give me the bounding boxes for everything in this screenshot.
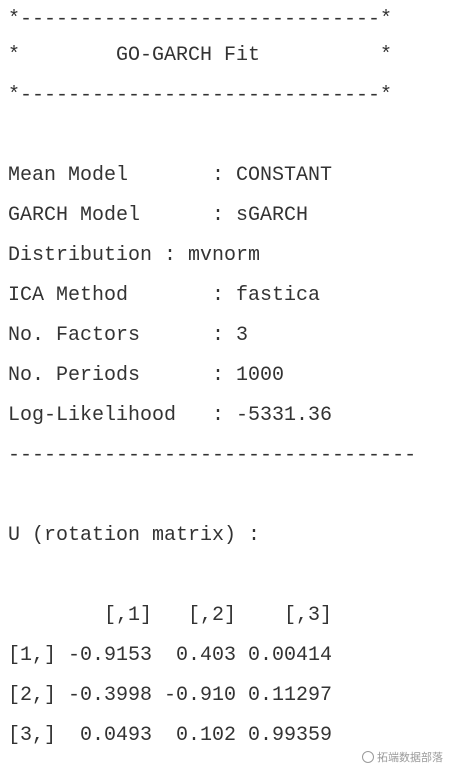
wechat-icon (362, 751, 374, 763)
header-title: * GO-GARCH Fit * (8, 44, 393, 67)
log-likelihood-line: Log-Likelihood : -5331.36 (8, 404, 333, 427)
ica-method-line: ICA Method : fastica (8, 284, 321, 307)
periods-line: No. Periods : 1000 (8, 364, 285, 387)
separator-line: ---------------------------------- (8, 444, 417, 467)
matrix-column-header: [,1] [,2] [,3] (8, 604, 333, 627)
matrix-row-1: [1,] -0.9153 0.403 0.00414 (8, 644, 333, 667)
matrix-row-3: [3,] 0.0493 0.102 0.99359 (8, 724, 333, 747)
header-border-bottom: *------------------------------* (8, 84, 393, 107)
watermark-text: 拓端数据部落 (377, 751, 443, 764)
factors-line: No. Factors : 3 (8, 324, 249, 347)
matrix-row-2: [2,] -0.3998 -0.910 0.11297 (8, 684, 333, 707)
distribution-line: Distribution : mvnorm (8, 244, 261, 267)
header-border-top: *------------------------------* (8, 8, 393, 31)
garch-model-line: GARCH Model : sGARCH (8, 204, 309, 227)
rotation-matrix-title: U (rotation matrix) : (8, 524, 261, 547)
watermark: 拓端数据部落 (362, 749, 443, 765)
mean-model-line: Mean Model : CONSTANT (8, 164, 333, 187)
